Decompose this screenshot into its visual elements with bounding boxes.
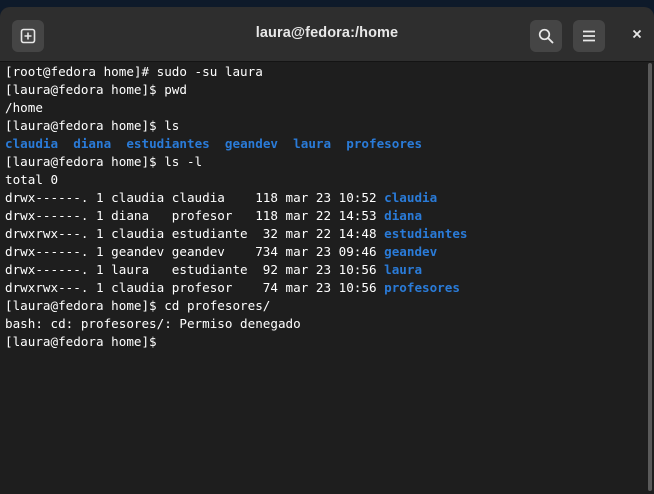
directory-name: geandev <box>384 244 438 259</box>
file-metadata: drwx------. 1 geandev geandev 734 mar 23… <box>5 244 385 259</box>
terminal-line: [laura@fedora home]$ ls -l <box>5 154 203 169</box>
terminal-line: total 0 <box>5 172 59 187</box>
prompt-line: [laura@fedora home]$ <box>5 334 165 349</box>
ls-long-row: drwxrwx---. 1 claudia estudiante 32 mar … <box>5 225 644 243</box>
ls-long-row: drwxrwx---. 1 claudia profesor 74 mar 23… <box>5 279 644 297</box>
scrollbar[interactable] <box>646 63 654 494</box>
directory-name: diana <box>73 136 112 151</box>
file-metadata: drwx------. 1 claudia claudia 118 mar 23… <box>5 190 385 205</box>
file-metadata: drwxrwx---. 1 claudia estudiante 32 mar … <box>5 226 385 241</box>
terminal-window: laura@fedora:/home [root@fedora home]# s… <box>0 7 654 494</box>
directory-name: estudiantes <box>126 136 210 151</box>
scrollbar-thumb[interactable] <box>648 63 652 491</box>
ls-output-line: claudia diana estudiantes geandev laura … <box>5 135 644 153</box>
terminal-line: /home <box>5 100 43 115</box>
search-button[interactable] <box>530 20 562 52</box>
terminal-line: [root@fedora home]# sudo -su laura <box>5 64 263 79</box>
file-metadata: drwxrwx---. 1 claudia profesor 74 mar 23… <box>5 280 385 295</box>
directory-name: geandev <box>224 136 278 151</box>
hamburger-menu-icon <box>581 28 597 44</box>
file-metadata: drwx------. 1 laura estudiante 92 mar 23… <box>5 262 385 277</box>
close-icon <box>631 27 643 45</box>
terminal-line: [laura@fedora home]$ cd profesores/ <box>5 298 271 313</box>
title-bar: laura@fedora:/home <box>0 7 654 62</box>
terminal-line: bash: cd: profesores/: Permiso denegado <box>5 316 301 331</box>
ls-long-row: drwx------. 1 claudia claudia 118 mar 23… <box>5 189 644 207</box>
ls-long-row: drwx------. 1 geandev geandev 734 mar 23… <box>5 243 644 261</box>
terminal-line: [laura@fedora home]$ ls <box>5 118 180 133</box>
ls-long-row: drwx------. 1 diana profesor 118 mar 22 … <box>5 207 644 225</box>
terminal-output[interactable]: [root@fedora home]# sudo -su laura [laur… <box>0 63 644 494</box>
directory-name: diana <box>384 208 423 223</box>
search-icon <box>538 28 554 44</box>
directory-name: claudia <box>384 190 438 205</box>
file-metadata: drwx------. 1 diana profesor 118 mar 22 … <box>5 208 385 223</box>
directory-name: claudia <box>5 136 59 151</box>
menu-button[interactable] <box>573 20 605 52</box>
directory-name: estudiantes <box>384 226 468 241</box>
directory-name: laura <box>293 136 332 151</box>
directory-name: profesores <box>384 280 460 295</box>
terminal-line: [laura@fedora home]$ pwd <box>5 82 187 97</box>
directory-name: laura <box>384 262 423 277</box>
close-button[interactable] <box>622 20 652 52</box>
ls-long-row: drwx------. 1 laura estudiante 92 mar 23… <box>5 261 644 279</box>
directory-name: profesores <box>346 136 423 151</box>
